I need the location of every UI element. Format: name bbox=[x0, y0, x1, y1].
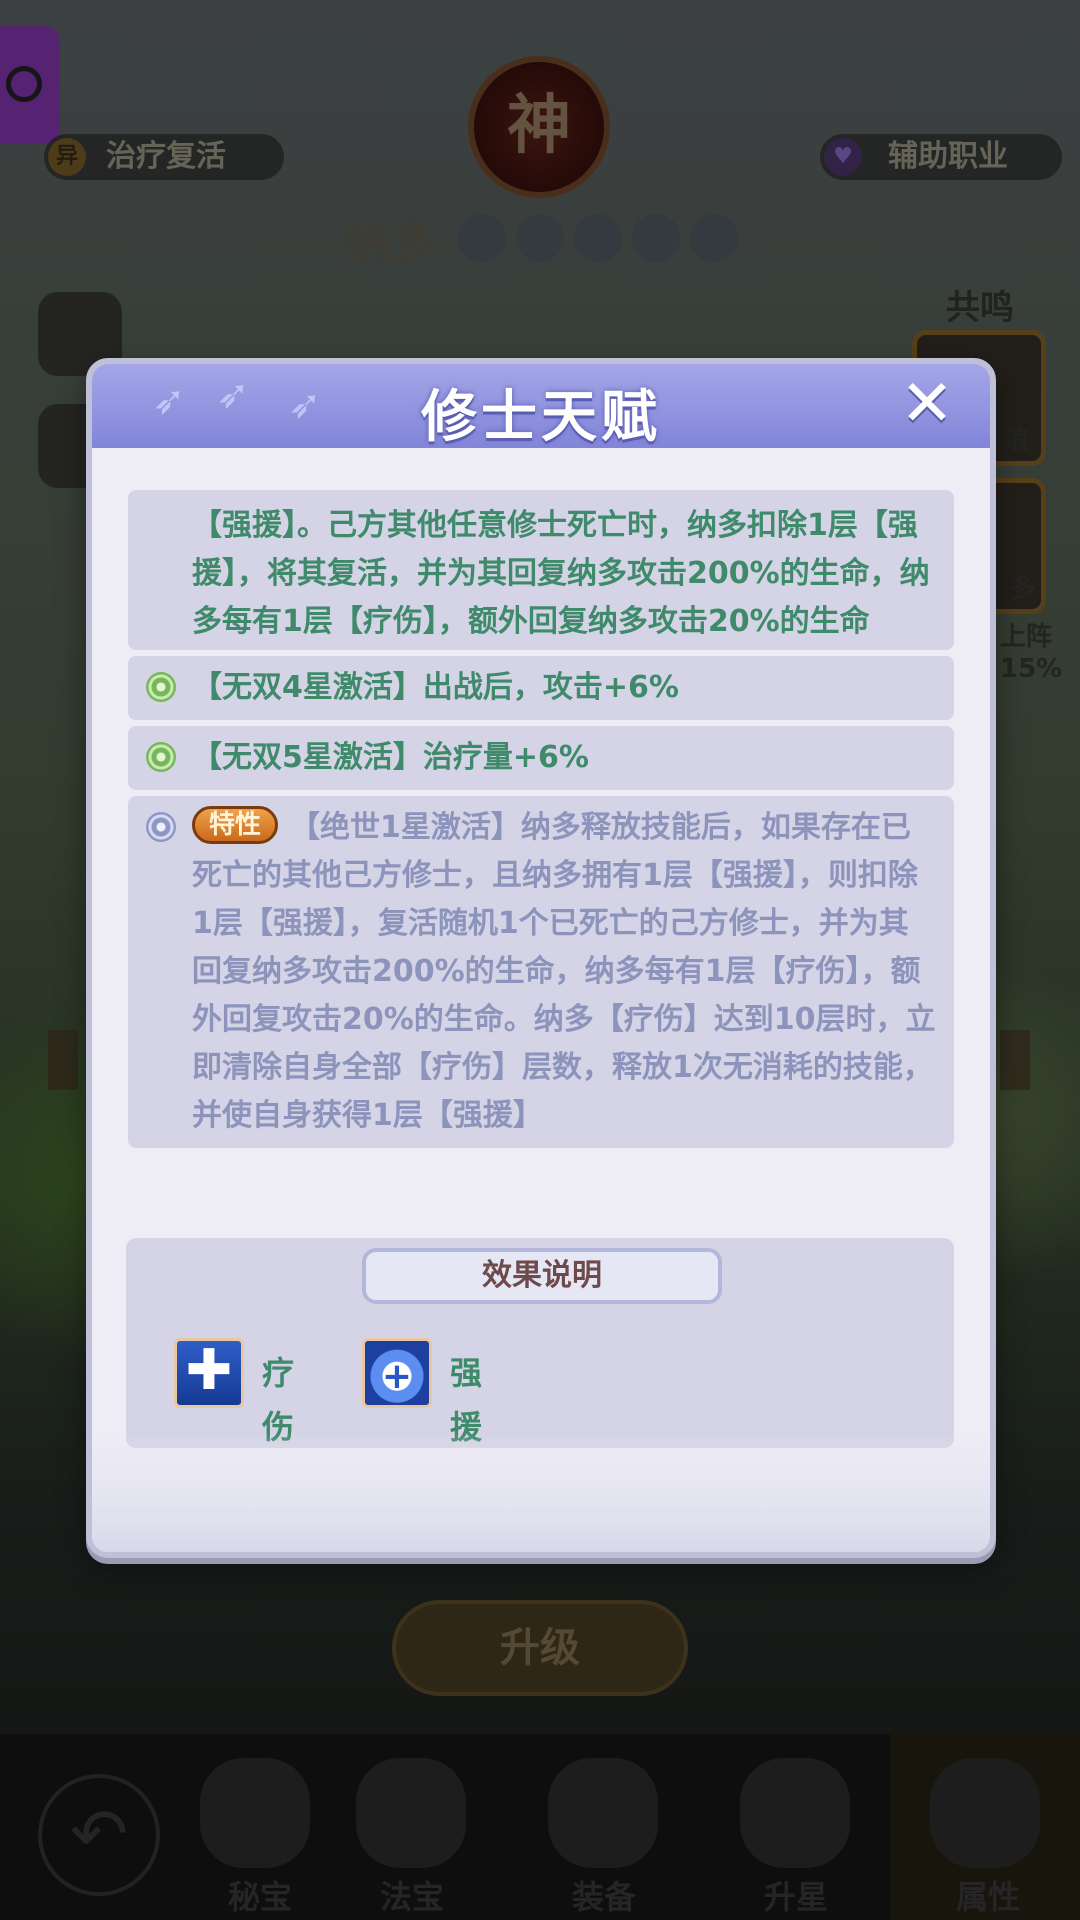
modal-title: 修士天赋 bbox=[421, 385, 661, 450]
modal-cloud-decoration bbox=[92, 1432, 990, 1552]
talent-text: 【绝世1星激活】纳多释放技能后，如果存在已死亡的其他己方修士，且纳多拥有1层【强… bbox=[192, 810, 936, 1133]
reinforce-drop-icon: + bbox=[362, 1338, 432, 1408]
effects-panel: 效果说明 ✚ 疗伤 + 强援 bbox=[126, 1238, 954, 1448]
talent-row-star4: 【无双4星激活】出战后，攻击+6% bbox=[128, 656, 954, 720]
talent-text: 【无双5星激活】治疗量+6% bbox=[192, 740, 589, 775]
trait-badge: 特性 bbox=[192, 806, 279, 844]
talent-text: 【无双4星激活】出战后，攻击+6% bbox=[192, 670, 679, 705]
talent-row-trait: 特性 【绝世1星激活】纳多释放技能后，如果存在已死亡的其他己方修士，且纳多拥有1层… bbox=[128, 796, 954, 1148]
talent-row-star5: 【无双5星激活】治疗量+6% bbox=[128, 726, 954, 790]
talent-text: 【强援】。己方其他任意修士死亡时，纳多扣除1层【强援】，将其复活，并为其回复纳多… bbox=[192, 508, 930, 639]
effects-title: 效果说明 bbox=[362, 1248, 722, 1304]
talent-bullet-icon bbox=[146, 672, 176, 702]
talent-modal: ➶ ➶ ➶ 修士天赋 ✕ 【强援】。己方其他任意修士死亡时，纳多扣除1层【强援】… bbox=[86, 358, 996, 1558]
close-x-icon[interactable]: ✕ bbox=[894, 372, 960, 438]
talent-row-reinforce: 【强援】。己方其他任意修士死亡时，纳多扣除1层【强援】，将其复活，并为其回复纳多… bbox=[128, 490, 954, 650]
modal-header: ➶ ➶ ➶ 修士天赋 ✕ bbox=[92, 364, 990, 450]
talent-list: 【强援】。己方其他任意修士死亡时，纳多扣除1层【强援】，将其复活，并为其回复纳多… bbox=[128, 490, 954, 1154]
talent-bullet-icon bbox=[146, 742, 176, 772]
healing-plus-icon: ✚ bbox=[174, 1338, 244, 1408]
talent-bullet-icon bbox=[146, 812, 176, 842]
